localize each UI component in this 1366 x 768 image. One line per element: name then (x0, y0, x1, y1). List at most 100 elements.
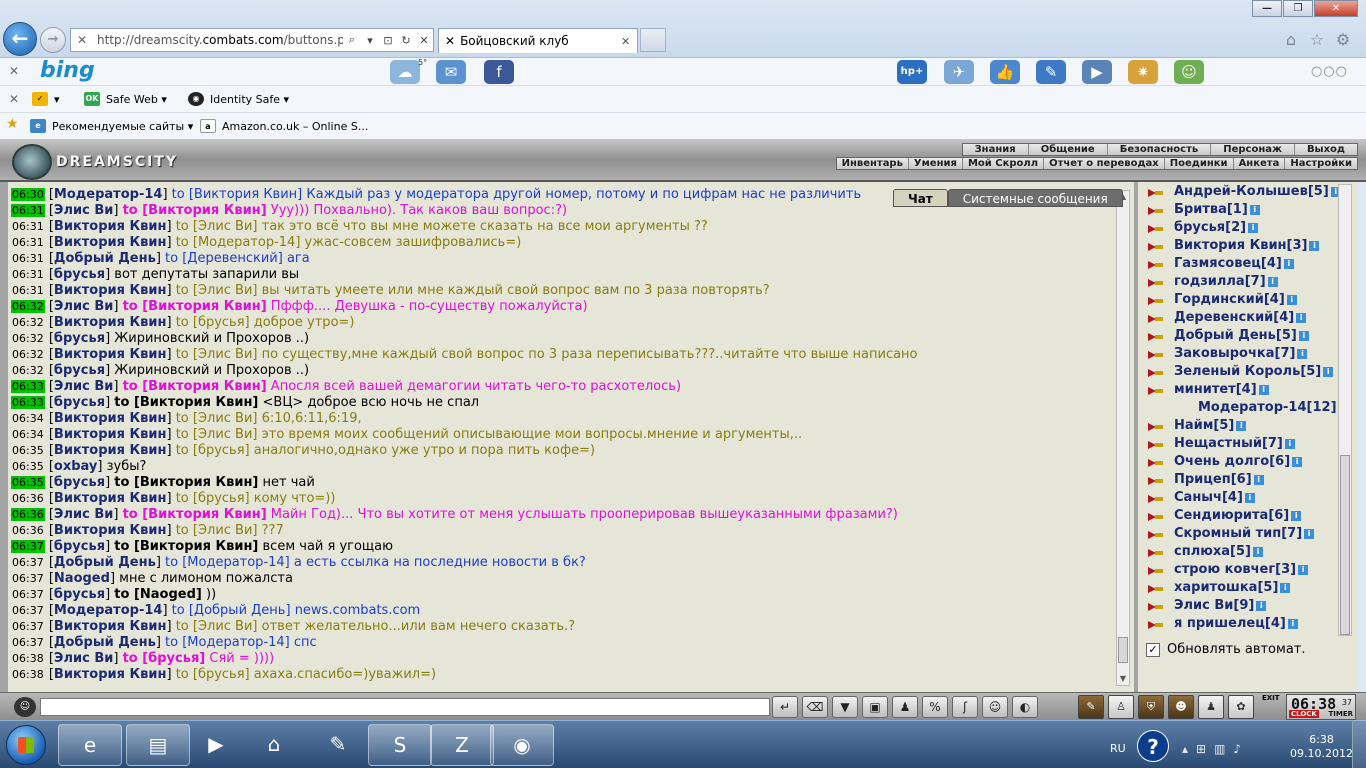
scroll-down-icon[interactable]: ▼ (1117, 673, 1129, 685)
tab-active[interactable]: ✕ Бойцовский клуб ✕ (438, 28, 638, 53)
user-info-icon[interactable]: i (1292, 457, 1303, 467)
minimize-button[interactable]: — (1252, 0, 1282, 17)
walk-icon[interactable]: ♟ (892, 696, 918, 718)
shield-icon[interactable]: ⛨ (1138, 695, 1164, 719)
forward-button[interactable]: → (40, 27, 66, 53)
chat-scroll-thumb[interactable] (1118, 637, 1128, 663)
user-name[interactable]: Модератор-14 (1198, 400, 1307, 415)
norton-check-icon[interactable]: ✓ ▾ (32, 92, 60, 106)
recommended-sites-link[interactable]: e Рекомендуемые сайты ▾ (30, 119, 193, 133)
message-nick[interactable]: Виктория Квин (54, 283, 167, 298)
user-name[interactable]: Деревенский (1174, 310, 1273, 325)
user-list-item[interactable]: Заковырочка[7] i (1144, 346, 1344, 364)
private-message-icon[interactable] (1146, 295, 1164, 307)
tray-icons[interactable]: ▴⊞▥♪ (1182, 742, 1249, 756)
more-icon[interactable]: ○○○ (1311, 64, 1348, 79)
video-icon[interactable]: ▶ (1082, 60, 1112, 84)
user-info-icon[interactable]: i (1249, 205, 1260, 215)
private-message-icon[interactable] (1146, 439, 1164, 451)
message-recipient[interactable]: to [Виктория Квин] (114, 539, 258, 554)
taskbar-paint-icon[interactable]: ✎ (306, 724, 370, 766)
tools-icon[interactable]: ✎ (1078, 695, 1104, 719)
menu-character[interactable]: Персонаж (1210, 144, 1294, 155)
message-nick[interactable]: брусья (54, 331, 105, 346)
hp-icon[interactable]: hp+ (897, 60, 927, 84)
auto-refresh-checkbox[interactable]: ✓ (1146, 642, 1160, 657)
search-icon[interactable]: ⌕ (343, 33, 361, 47)
start-button-icon[interactable] (6, 725, 46, 765)
user-info-icon[interactable]: i (1309, 241, 1320, 251)
stop-icon[interactable]: ✕ (415, 34, 433, 47)
safe-web-menu[interactable]: OK Safe Web ▾ (84, 92, 167, 106)
message-recipient[interactable]: to [Элис Ви] (176, 619, 258, 634)
message-nick[interactable]: Виктория Квин (54, 219, 167, 234)
user-list-item[interactable]: Скромный тип[7] i (1144, 526, 1344, 544)
menu-inventory[interactable]: Инвентарь (837, 158, 908, 169)
private-message-icon[interactable] (1146, 601, 1164, 613)
clock-label[interactable]: CLOCK (1289, 710, 1319, 718)
message-nick[interactable]: Добрый День (54, 635, 156, 650)
private-message-icon[interactable] (1146, 241, 1164, 253)
user-list-item[interactable]: Зеленый Король[5] i (1144, 364, 1344, 382)
eraser-icon[interactable]: ⌫ (802, 696, 828, 718)
user-name[interactable]: Заковырочка (1174, 346, 1275, 361)
people-icon[interactable]: ☺ (1174, 60, 1204, 84)
message-nick[interactable]: Добрый День (54, 555, 156, 570)
private-message-icon[interactable] (1146, 529, 1164, 541)
exit-label[interactable]: EXIT (1262, 694, 1280, 702)
taskbar-media-icon[interactable]: ▶ (184, 724, 248, 766)
user-name[interactable]: Добрый День (1174, 328, 1276, 343)
user-name[interactable]: Нещастный (1174, 436, 1262, 451)
message-recipient[interactable]: to [Виктория Квин] (123, 507, 267, 522)
user-info-icon[interactable]: i (1283, 259, 1294, 269)
user-list-item[interactable]: сплюха[5] i (1144, 544, 1344, 562)
message-nick[interactable]: Модератор-14 (54, 187, 163, 202)
taskbar-ie-icon[interactable]: e (58, 724, 122, 766)
user-info-icon[interactable]: i (1258, 385, 1269, 395)
user-info-icon[interactable]: i (1256, 601, 1267, 611)
save-icon[interactable]: ▣ (862, 696, 888, 718)
taskbar-explorer-icon[interactable]: ▤ (126, 724, 190, 766)
tab-system-messages[interactable]: Системные сообщения (947, 189, 1123, 207)
user-info-icon[interactable]: i (1284, 439, 1295, 449)
message-nick[interactable]: Виктория Квин (54, 235, 167, 250)
message-nick[interactable]: Виктория Квин (54, 667, 167, 682)
new-tab-button[interactable] (640, 28, 666, 52)
message-nick[interactable]: Элис Ви (54, 507, 113, 522)
user-list-item[interactable]: Нещастный[7] i (1144, 436, 1344, 454)
user-list-item[interactable]: годзилла[7] i (1144, 274, 1344, 292)
mail-icon[interactable]: ✉ (436, 60, 466, 84)
message-nick[interactable]: Виктория Квин (54, 347, 167, 362)
user-list-item[interactable]: Сендиюрита[6] i (1144, 508, 1344, 526)
private-message-icon[interactable] (1146, 511, 1164, 523)
private-message-icon[interactable] (1146, 205, 1164, 217)
chat-bubble-icon[interactable]: ✎ (1036, 60, 1066, 84)
show-desktop-button[interactable] (1352, 720, 1366, 768)
message-recipient[interactable]: to [Модератор-14] (165, 555, 290, 570)
message-recipient[interactable]: to [Добрый День] (172, 603, 291, 618)
user-name[interactable]: строю ковчег (1174, 562, 1275, 577)
user-name[interactable]: Элис Ви (1174, 598, 1233, 613)
menu-security[interactable]: Безопасность (1106, 144, 1211, 155)
user-list-item[interactable]: Саныч[4] i (1144, 490, 1344, 508)
taskbar-hp-icon[interactable]: ⌂ (242, 724, 306, 766)
mask-icon[interactable]: ☻ (1168, 695, 1194, 719)
chat-message-input[interactable] (40, 698, 770, 716)
user-list-item[interactable]: Модератор-14[12]i (1144, 400, 1344, 418)
message-nick[interactable]: Naoged (54, 571, 110, 586)
menu-my-scroll[interactable]: Мой Скролл (961, 158, 1043, 169)
message-recipient[interactable]: to [Виктория Квин] (123, 379, 267, 394)
menu-communication[interactable]: Общение (1027, 144, 1107, 155)
user-name[interactable]: Виктория Квин (1174, 238, 1287, 253)
home-icon[interactable]: ⌂ (1278, 30, 1304, 49)
message-nick[interactable]: Виктория Квин (54, 491, 167, 506)
taskbar-skype-icon[interactable]: S (368, 724, 432, 766)
user-info-icon[interactable]: i (1286, 295, 1297, 305)
sparkle-icon[interactable]: ✷ (1128, 60, 1158, 84)
compat-view-icon[interactable]: ⊡ (379, 34, 397, 47)
message-recipient[interactable]: to [Naoged] (114, 587, 202, 602)
message-nick[interactable]: oxbay (54, 459, 97, 474)
helmet-icon[interactable]: ◐ (1012, 696, 1038, 718)
message-nick[interactable]: Виктория Квин (54, 523, 167, 538)
message-recipient[interactable]: to [Элис Ви] (176, 283, 258, 298)
